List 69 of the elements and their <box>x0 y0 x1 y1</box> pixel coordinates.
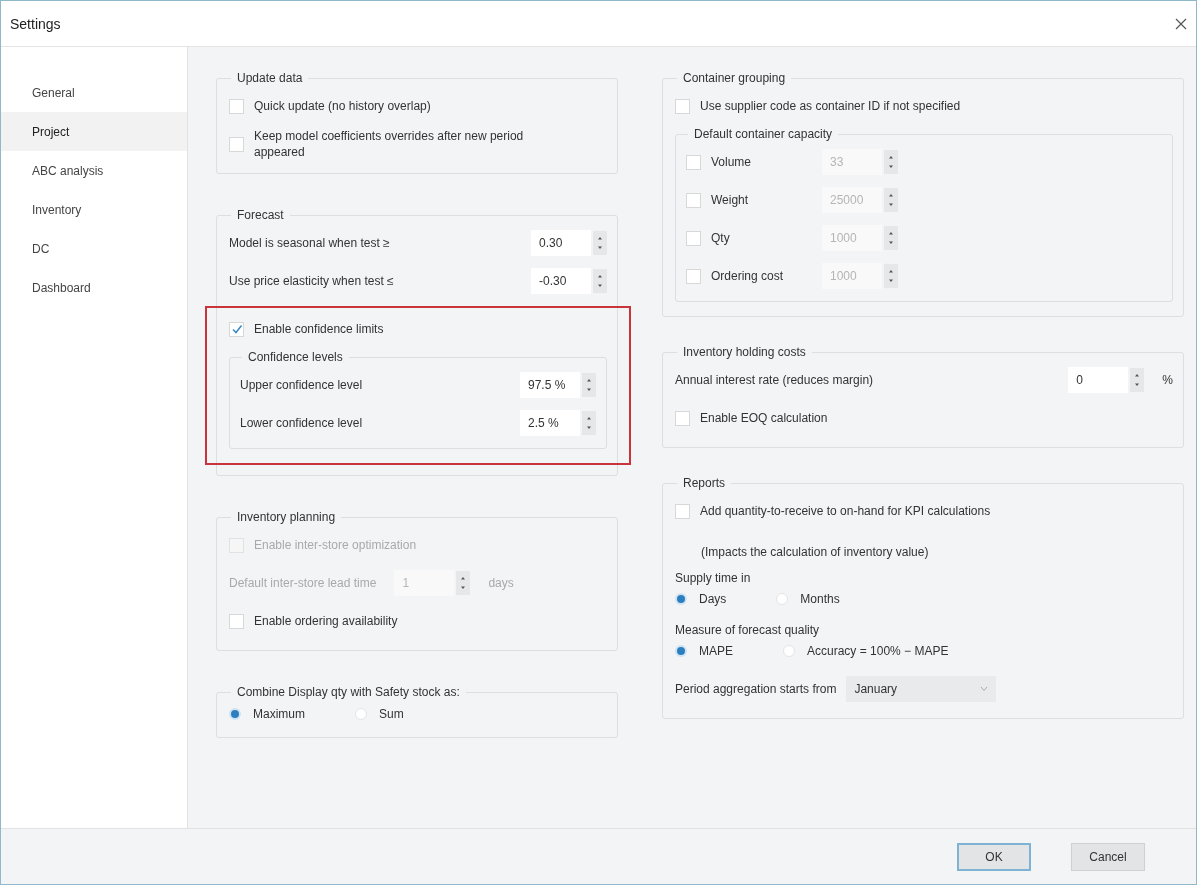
unit-label: % <box>1162 373 1173 387</box>
field-label: Model is seasonal when test ≥ <box>229 235 390 251</box>
radio-button[interactable] <box>675 645 687 657</box>
caret-icon[interactable] <box>980 686 989 692</box>
unit-label: days <box>488 576 514 590</box>
radio-button[interactable] <box>783 645 795 657</box>
checkbox-label: Enable EOQ calculation <box>700 410 828 426</box>
number-field[interactable]: 97.5 % <box>520 372 580 398</box>
checkbox-label: Ordering cost <box>711 268 784 284</box>
group-title: Inventory planning <box>236 510 337 524</box>
radio-label: Maximum <box>253 706 305 722</box>
group-title: Reports <box>682 476 727 490</box>
field-label: Upper confidence level <box>240 377 363 393</box>
field-label: Annual interest rate (reduces margin) <box>675 372 874 388</box>
window-title: Settings <box>10 15 61 32</box>
checkbox[interactable] <box>229 321 244 337</box>
group-title: Confidence levels <box>247 350 344 364</box>
radio-button[interactable] <box>355 708 367 720</box>
radio-button[interactable] <box>675 593 687 605</box>
checkbox[interactable] <box>229 136 244 152</box>
sidebar-item[interactable]: General <box>1 73 187 112</box>
checkbox[interactable] <box>675 503 690 519</box>
checkbox-label: Volume <box>711 154 752 170</box>
field-label: Supply time in <box>675 570 751 586</box>
dialog-button[interactable]: Cancel <box>1071 842 1145 871</box>
field-label: Default inter-store lead time <box>229 575 377 591</box>
group-title: Update data <box>236 71 304 85</box>
number-field[interactable]: 2.5 % <box>520 410 580 436</box>
sidebar-item[interactable]: Inventory <box>1 190 187 229</box>
group-title: Combine Display qty with Safety stock as: <box>236 685 461 699</box>
sidebar-item[interactable]: ABC analysis <box>1 151 187 190</box>
checkbox-label: Keep model coefficients overrides after new period appeared <box>254 128 525 160</box>
checkbox[interactable] <box>675 410 690 426</box>
radio-label: Accuracy = 100% − MAPE <box>807 643 949 659</box>
radio-label: Sum <box>379 706 404 722</box>
checkbox[interactable] <box>675 98 690 114</box>
number-field[interactable]: 0 <box>1068 367 1129 393</box>
group-title: Forecast <box>236 208 285 222</box>
checkbox-label: Quick update (no history overlap) <box>254 98 431 114</box>
checkbox-label: Enable ordering availability <box>254 613 398 629</box>
number-field[interactable]: -0.30 <box>531 268 591 294</box>
sidebar-item[interactable]: Project <box>1 112 187 151</box>
close-icon[interactable] <box>1174 16 1188 31</box>
radio-label: MAPE <box>699 643 733 659</box>
dialog-button[interactable]: OK <box>957 842 1031 871</box>
radio-button[interactable] <box>776 593 789 605</box>
radio-label: Days <box>699 591 727 607</box>
group-title: Container grouping <box>682 71 787 85</box>
radio-label: Months <box>800 591 840 607</box>
sidebar-item[interactable]: Dashboard <box>1 268 187 307</box>
checkbox[interactable] <box>229 613 244 629</box>
checkbox-label: Qty <box>711 230 730 246</box>
group-title: Default container capacity <box>693 127 834 141</box>
field-label: Lower confidence level <box>240 415 363 431</box>
checkbox-label: Enable inter-store optimization <box>254 537 417 553</box>
checkbox-label: Weight <box>711 192 749 208</box>
checkbox-label: Enable confidence limits <box>254 321 384 337</box>
dropdown[interactable]: January <box>846 676 997 702</box>
radio-button[interactable] <box>229 708 241 720</box>
checkbox[interactable] <box>229 98 244 114</box>
checkbox-label: Add quantity-to-receive to on-hand for KPI calculations <box>700 503 991 519</box>
hint-text: (Impacts the calculation of inventory value) <box>701 544 929 560</box>
group-title: Inventory holding costs <box>682 345 807 359</box>
checkbox-label: Use supplier code as container ID if not specified <box>700 98 961 114</box>
sidebar-item[interactable]: DC <box>1 229 187 268</box>
field-label: Measure of forecast quality <box>675 622 820 638</box>
field-label: Use price elasticity when test ≤ <box>229 273 394 289</box>
number-field[interactable]: 0.30 <box>531 230 591 256</box>
field-label: Period aggregation starts from <box>675 681 837 697</box>
